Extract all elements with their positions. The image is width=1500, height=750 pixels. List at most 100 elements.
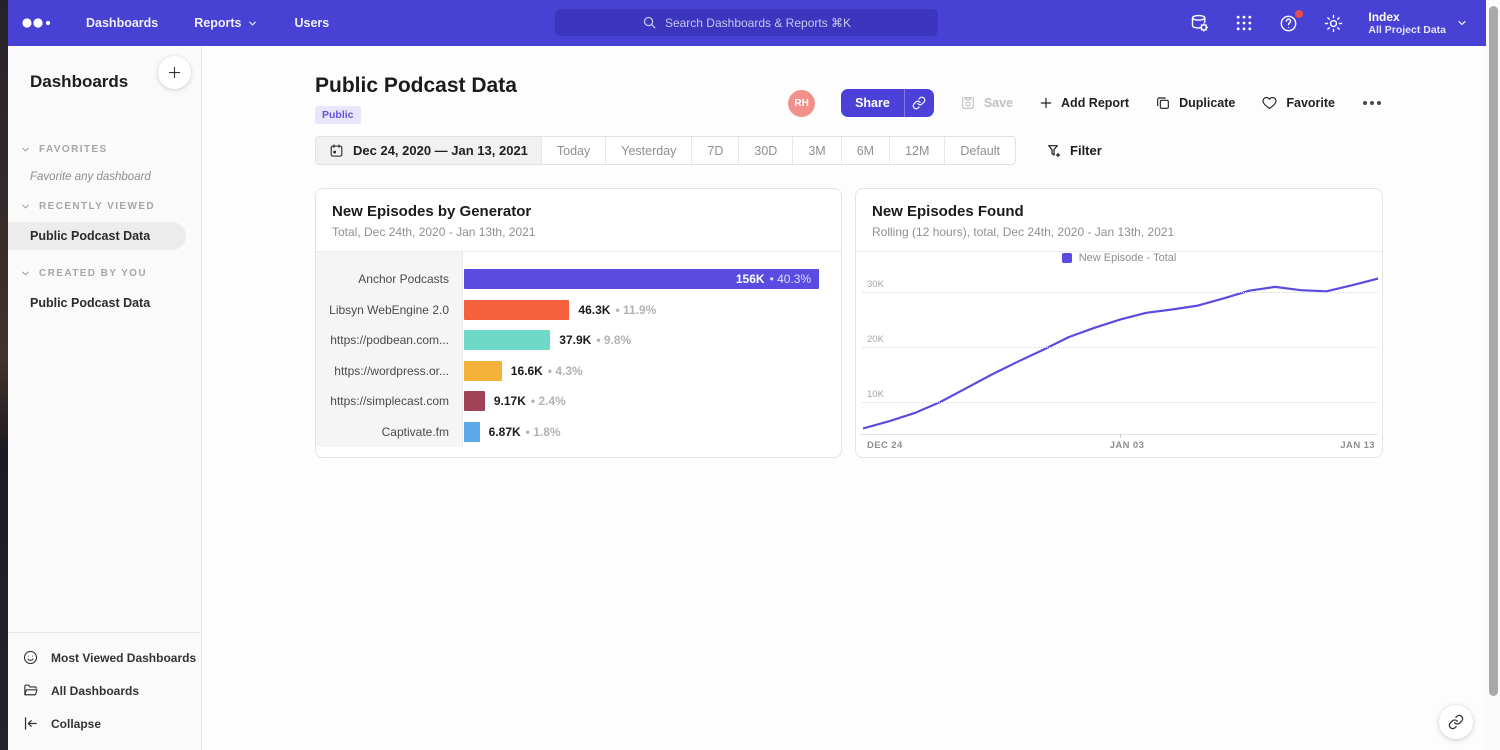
link-icon bbox=[1448, 714, 1464, 730]
gridline bbox=[863, 402, 1378, 403]
bar-track: 6.87K• 1.8% bbox=[464, 422, 841, 442]
preset-30d[interactable]: 30D bbox=[738, 137, 792, 164]
bar-track: 16.6K• 4.3% bbox=[464, 361, 841, 381]
preset-default[interactable]: Default bbox=[944, 137, 1015, 164]
avatar[interactable]: RH bbox=[788, 90, 815, 117]
nav-item-dashboards[interactable]: Dashboards bbox=[86, 16, 158, 30]
settings-icon[interactable] bbox=[1323, 13, 1344, 34]
filter-icon bbox=[1046, 143, 1062, 159]
preset-yesterday[interactable]: Yesterday bbox=[605, 137, 691, 164]
search-input[interactable]: Search Dashboards & Reports ⌘K bbox=[555, 9, 938, 36]
add-dashboard-button[interactable] bbox=[158, 56, 191, 89]
footer-item-all-dashboards[interactable]: All Dashboards bbox=[8, 674, 201, 707]
favorite-button[interactable]: Favorite bbox=[1261, 95, 1335, 111]
preset-6m[interactable]: 6M bbox=[841, 137, 889, 164]
bar-segment[interactable] bbox=[464, 361, 502, 381]
preset-12m[interactable]: 12M bbox=[889, 137, 944, 164]
card-new-episodes-found: New Episodes Found Rolling (12 hours), t… bbox=[855, 188, 1383, 458]
project-subtitle: All Project Data bbox=[1368, 24, 1446, 37]
bar-row: https://wordpress.or...16.6K• 4.3% bbox=[316, 356, 841, 387]
copy-link-button[interactable] bbox=[904, 89, 934, 117]
card-new-episodes-by-generator: New Episodes by Generator Total, Dec 24t… bbox=[315, 188, 842, 458]
x-axis-tick bbox=[1120, 434, 1121, 438]
bar-row: https://podbean.com...37.9K• 9.8% bbox=[316, 325, 841, 356]
calendar-icon bbox=[329, 143, 344, 158]
date-range-button[interactable]: Dec 24, 2020 — Jan 13, 2021 bbox=[316, 137, 541, 164]
preset-today[interactable]: Today bbox=[541, 137, 605, 164]
chevron-down-icon bbox=[20, 201, 31, 212]
share-button-group: Share bbox=[841, 89, 934, 117]
nav-item-users[interactable]: Users bbox=[294, 16, 329, 30]
notification-dot bbox=[1295, 10, 1303, 18]
gridline bbox=[863, 347, 1378, 348]
nav-item-reports[interactable]: Reports bbox=[194, 16, 258, 30]
scrollbar-track[interactable] bbox=[1486, 0, 1500, 750]
footer-item-most-viewed-dashboards[interactable]: Most Viewed Dashboards bbox=[8, 641, 201, 674]
preset-7d[interactable]: 7D bbox=[691, 137, 738, 164]
chevron-down-icon bbox=[20, 268, 31, 279]
search-icon bbox=[642, 15, 657, 30]
sidebar-section-created-by-you[interactable]: CREATED BY YOU bbox=[20, 268, 201, 279]
bar-segment[interactable] bbox=[464, 422, 480, 442]
filter-button[interactable]: Filter bbox=[1046, 143, 1102, 159]
y-axis-label: 30K bbox=[867, 279, 884, 290]
x-axis-line bbox=[860, 434, 1378, 435]
bar-rows: Anchor Podcasts156K• 40.3%Libsyn WebEngi… bbox=[316, 252, 841, 447]
x-axis-label: DEC 24 bbox=[867, 440, 903, 451]
legend-label: New Episode - Total bbox=[1079, 252, 1177, 264]
data-sources-icon[interactable] bbox=[1189, 13, 1210, 34]
nav-menu: Dashboards Reports Users bbox=[86, 16, 329, 30]
project-name: Index bbox=[1368, 10, 1446, 24]
sidebar-section-recently-viewed[interactable]: RECENTLY VIEWED bbox=[20, 201, 201, 212]
share-button[interactable]: Share bbox=[841, 89, 904, 117]
preset-3m[interactable]: 3M bbox=[792, 137, 840, 164]
card-title: New Episodes by Generator bbox=[332, 203, 825, 220]
y-axis-label: 10K bbox=[867, 389, 884, 400]
plus-icon bbox=[1039, 96, 1053, 110]
bar-segment[interactable] bbox=[464, 330, 550, 350]
bar-category-label: Libsyn WebEngine 2.0 bbox=[316, 303, 463, 317]
bar-segment[interactable] bbox=[464, 391, 485, 411]
header-actions: RH Share Save bbox=[788, 89, 1383, 117]
sidebar-section-favorites[interactable]: FAVORITES bbox=[20, 144, 201, 155]
main-content: Public Podcast Data Public RH Share bbox=[202, 46, 1486, 750]
add-report-button[interactable]: Add Report bbox=[1039, 96, 1129, 110]
share-link-fab[interactable] bbox=[1439, 705, 1473, 739]
legend-new-episode-total[interactable]: New Episode - Total bbox=[856, 252, 1382, 264]
bar-value-label: 46.3K• 11.9% bbox=[578, 303, 656, 317]
card-title: New Episodes Found bbox=[872, 203, 1366, 220]
duplicate-button[interactable]: Duplicate bbox=[1155, 95, 1235, 111]
bar-segment[interactable]: 156K• 40.3% bbox=[464, 269, 819, 289]
date-presets: TodayYesterday7D30D3M6M12MDefault bbox=[541, 137, 1015, 164]
card-subtitle: Rolling (12 hours), total, Dec 24th, 202… bbox=[872, 225, 1366, 251]
footer-item-collapse[interactable]: Collapse bbox=[8, 707, 201, 740]
bar-track: 9.17K• 2.4% bbox=[464, 391, 841, 411]
y-axis-label: 20K bbox=[867, 334, 884, 345]
bar-segment[interactable] bbox=[464, 300, 569, 320]
save-button[interactable]: Save bbox=[960, 95, 1013, 111]
bar-row: Captivate.fm6.87K• 1.8% bbox=[316, 417, 841, 448]
page-title: Public Podcast Data bbox=[315, 74, 517, 98]
help-icon[interactable] bbox=[1278, 13, 1299, 34]
chevron-down-icon bbox=[1456, 17, 1468, 29]
bar-category-label: Captivate.fm bbox=[316, 425, 463, 439]
line-chart[interactable]: 10K 20K 30K bbox=[863, 272, 1378, 434]
apps-grid-icon[interactable] bbox=[1234, 13, 1254, 33]
desktop-edge bbox=[0, 0, 8, 750]
more-actions-button[interactable] bbox=[1361, 97, 1383, 109]
chevron-down-icon bbox=[247, 18, 258, 29]
bar-category-label: https://simplecast.com bbox=[316, 394, 463, 408]
gridline bbox=[863, 292, 1378, 293]
sidebar-footer: Most Viewed DashboardsAll DashboardsColl… bbox=[8, 632, 201, 750]
bar-value-label: 16.6K• 4.3% bbox=[511, 364, 583, 378]
project-selector[interactable]: Index All Project Data bbox=[1368, 10, 1468, 37]
x-axis-labels: DEC 24JAN 03JAN 13 bbox=[856, 440, 1382, 454]
sidebar-item-public-podcast-data[interactable]: Public Podcast Data bbox=[8, 222, 186, 250]
sidebar-item-public-podcast-data[interactable]: Public Podcast Data bbox=[8, 289, 201, 317]
scrollbar-thumb[interactable] bbox=[1489, 6, 1498, 696]
bar-value-label: 37.9K• 9.8% bbox=[559, 333, 631, 347]
mixpanel-logo-icon[interactable] bbox=[22, 17, 58, 29]
legend-swatch bbox=[1062, 253, 1072, 263]
bar-track: 37.9K• 9.8% bbox=[464, 330, 841, 350]
save-icon bbox=[960, 95, 976, 111]
